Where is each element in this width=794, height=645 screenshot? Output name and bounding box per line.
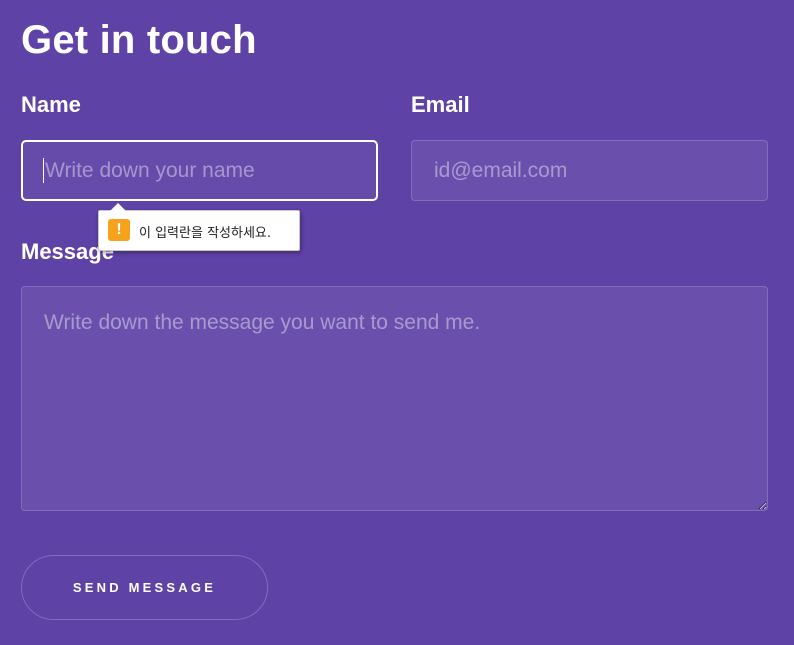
name-input[interactable] bbox=[21, 140, 378, 201]
email-input[interactable] bbox=[411, 140, 768, 201]
validation-tooltip: ! 이 입력란을 작성하세요. bbox=[98, 203, 300, 251]
text-caret bbox=[43, 158, 44, 183]
send-message-button[interactable]: SEND MESSAGE bbox=[21, 555, 268, 620]
tooltip-arrow bbox=[110, 203, 126, 211]
warning-icon: ! bbox=[108, 219, 130, 241]
name-label: Name bbox=[21, 92, 81, 117]
contact-section: Get in touch Name Email Message ! 이 입력란을… bbox=[0, 0, 794, 645]
message-textarea[interactable] bbox=[21, 286, 768, 511]
email-label: Email bbox=[411, 92, 470, 117]
page-title: Get in touch bbox=[21, 18, 257, 62]
tooltip-text: 이 입력란을 작성하세요. bbox=[139, 226, 271, 241]
